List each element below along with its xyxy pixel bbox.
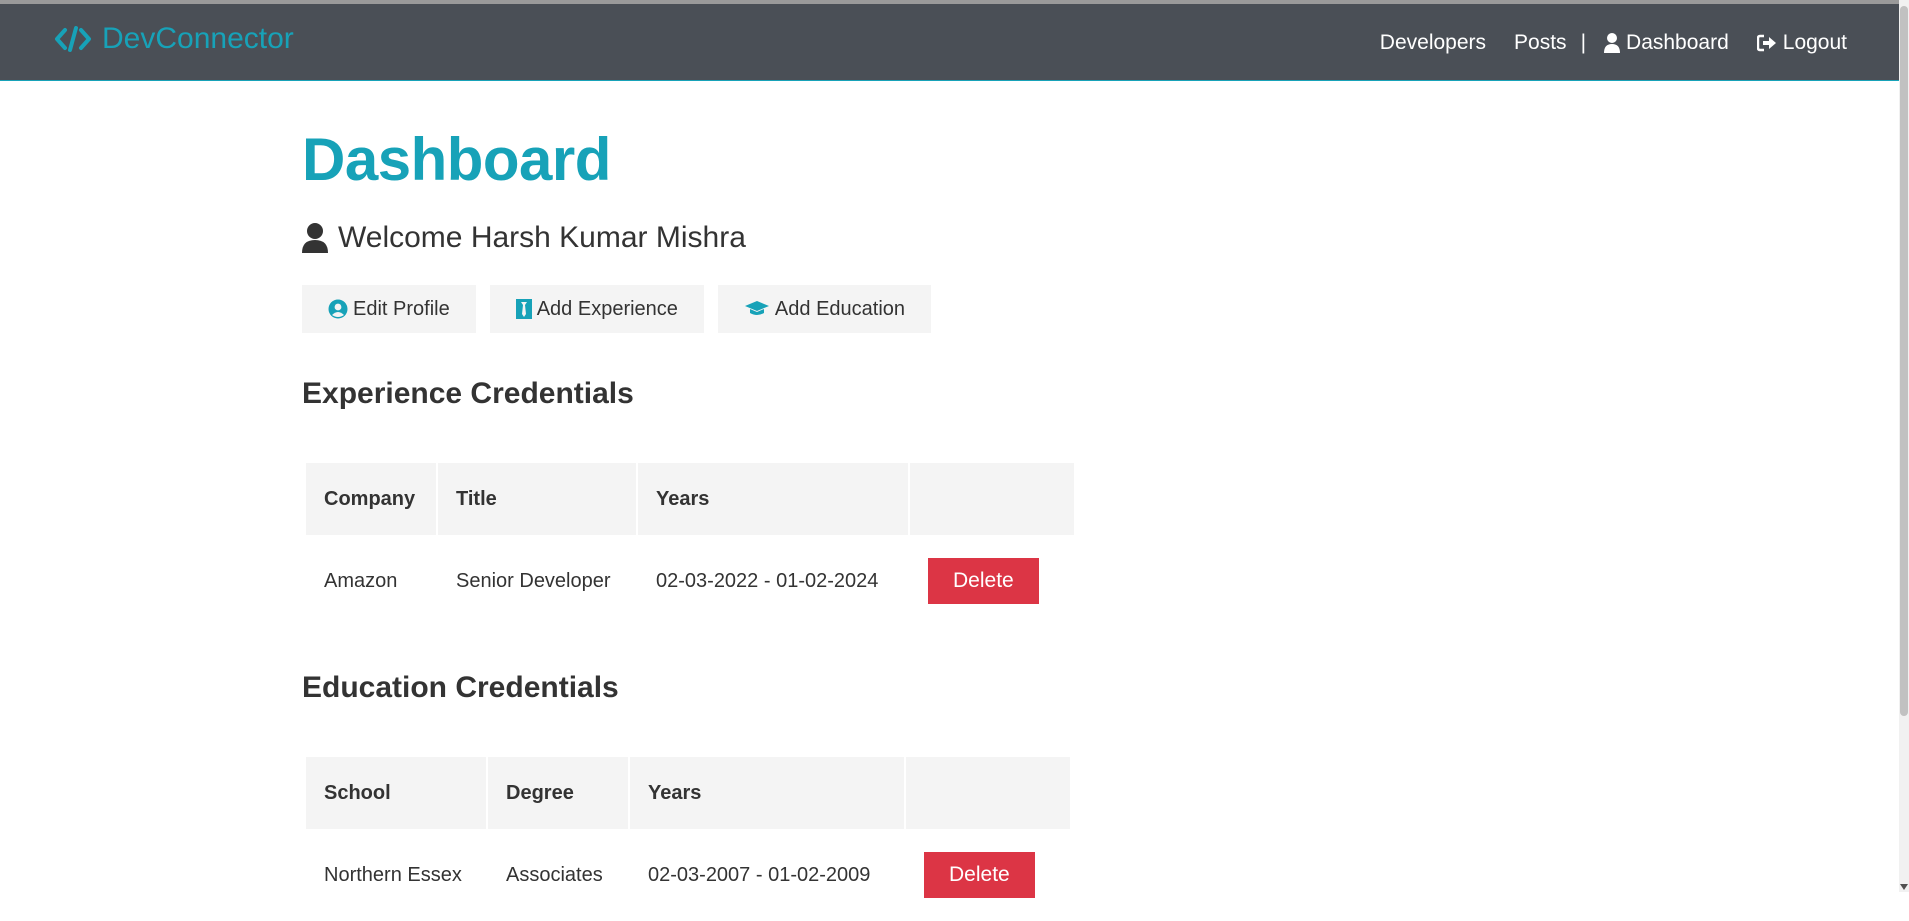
navbar: DevConnector Developers Posts | Dashboar…: [0, 4, 1899, 81]
welcome-message: Welcome Harsh Kumar Mishra: [302, 221, 746, 255]
user-icon: [1604, 32, 1621, 53]
experience-table: Company Title Years Amazon Senior Develo…: [304, 463, 1076, 627]
add-education-label: Add Education: [774, 297, 906, 320]
header-years: Years: [630, 757, 904, 829]
education-years: 02-03-2007 - 01-02-2009: [648, 863, 871, 886]
nav-developers-link[interactable]: Developers: [1380, 31, 1486, 55]
add-education-button[interactable]: Add Education: [717, 285, 932, 333]
education-table: School Degree Years Northern Essex Assoc…: [304, 757, 1072, 921]
experience-years: 02-03-2022 - 01-02-2024: [656, 569, 879, 592]
graduation-cap-icon: [744, 301, 769, 315]
education-action-cell: Delete: [906, 829, 1070, 921]
add-experience-button[interactable]: Add Experience: [489, 285, 704, 333]
nav-dashboard-label: Dashboard: [1626, 30, 1729, 54]
nav-dashboard-link[interactable]: Dashboard: [1604, 31, 1729, 55]
welcome-text: Welcome Harsh Kumar Mishra: [338, 221, 746, 254]
nav-separator: |: [1580, 30, 1587, 54]
experience-header-row: Company Title Years: [306, 463, 1074, 535]
scroll-down-arrow-icon[interactable]: [1900, 884, 1908, 890]
nav-logout-link[interactable]: Logout: [1756, 30, 1847, 55]
nav-posts-link[interactable]: Posts: [1514, 31, 1567, 55]
add-experience-label: Add Experience: [536, 297, 678, 320]
brand-link[interactable]: DevConnector: [54, 22, 294, 56]
black-tie-icon: [515, 299, 532, 319]
experience-action-cell: Delete: [910, 535, 1074, 627]
header-company: Company: [306, 463, 436, 535]
education-header-row: School Degree Years: [306, 757, 1070, 829]
header-actions: [910, 463, 1074, 535]
brand-name: DevConnector: [102, 22, 294, 55]
edit-profile-button[interactable]: Edit Profile: [302, 285, 476, 333]
delete-education-button[interactable]: Delete: [924, 852, 1035, 898]
header-degree: Degree: [488, 757, 628, 829]
header-title: Title: [438, 463, 636, 535]
user-circle-icon: [328, 299, 348, 319]
user-icon: [302, 223, 328, 253]
dashboard-actions: Edit Profile Add Experience Add Educatio…: [302, 285, 945, 333]
header-years: Years: [638, 463, 908, 535]
experience-title: Experience Credentials: [302, 377, 634, 410]
experience-company: Amazon: [324, 569, 398, 592]
code-icon: [55, 26, 91, 52]
table-row: Amazon Senior Developer 02-03-2022 - 01-…: [306, 535, 1074, 627]
nav-links: Developers Posts | Dashboard Logout: [1380, 4, 1847, 81]
education-school: Northern Essex: [324, 863, 462, 886]
scrollbar-thumb[interactable]: [1900, 6, 1908, 716]
delete-experience-button[interactable]: Delete: [928, 558, 1039, 604]
table-row: Northern Essex Associates 02-03-2007 - 0…: [306, 829, 1070, 921]
page-title: Dashboard: [302, 126, 611, 193]
page-scrollbar[interactable]: [1899, 0, 1909, 892]
education-degree: Associates: [506, 863, 603, 886]
header-actions: [906, 757, 1070, 829]
experience-title: Senior Developer: [456, 569, 611, 592]
nav-logout-label: Logout: [1782, 30, 1847, 54]
sign-out-icon: [1756, 34, 1776, 51]
education-title: Education Credentials: [302, 671, 619, 704]
header-school: School: [306, 757, 486, 829]
edit-profile-label: Edit Profile: [353, 297, 450, 320]
